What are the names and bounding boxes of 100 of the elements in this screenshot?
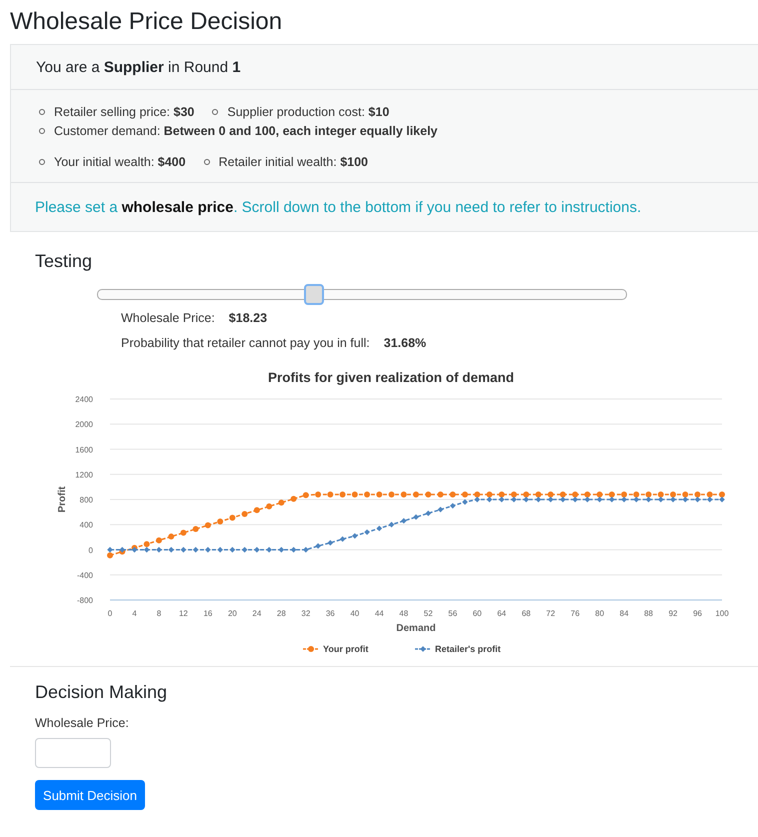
point	[438, 506, 444, 512]
point	[682, 491, 688, 498]
x-tick-label: 72	[546, 609, 556, 618]
role-text: You are a Supplier in Round 1	[36, 58, 241, 76]
point	[486, 491, 492, 498]
point	[474, 491, 480, 498]
point	[254, 507, 260, 514]
point	[474, 496, 480, 502]
point	[192, 526, 199, 532]
x-tick-label: 60	[472, 609, 482, 618]
y-tick-label: -800	[76, 596, 93, 605]
point	[242, 546, 248, 553]
point	[719, 496, 725, 502]
readout-label: Probability that retailer cannot pay you in full:	[121, 336, 370, 350]
point	[107, 552, 113, 558]
point	[352, 533, 358, 539]
point	[584, 491, 590, 498]
point	[204, 522, 211, 528]
point	[511, 496, 517, 502]
x-tick-label: 92	[668, 609, 678, 618]
info-text: Retailer selling price: $30	[54, 104, 194, 118]
point	[156, 537, 162, 544]
point	[548, 491, 554, 498]
point	[425, 510, 432, 516]
page-title: Wholesale Price Decision	[9, 7, 284, 37]
info-text: Retailer initial wealth: $100	[218, 154, 368, 168]
point	[364, 529, 370, 535]
point	[254, 546, 260, 553]
x-tick-label: 84	[620, 609, 629, 618]
point	[658, 491, 664, 498]
point	[327, 491, 334, 498]
chart-title: Profits for given realization of demand	[268, 370, 514, 385]
price-slider[interactable]	[97, 284, 627, 305]
point	[340, 536, 346, 542]
point	[303, 546, 309, 553]
readout-label: Wholesale Price:	[121, 311, 215, 325]
y-tick-label: 0	[88, 546, 93, 555]
point	[670, 496, 676, 502]
x-tick-label: 20	[228, 609, 237, 618]
x-tick-label: 0	[108, 609, 112, 618]
point	[290, 496, 297, 502]
point	[621, 491, 628, 498]
x-tick-label: 48	[399, 609, 408, 618]
x-tick-label: 88	[644, 609, 654, 618]
point	[548, 496, 554, 502]
bullet-icon	[212, 108, 218, 114]
point	[315, 543, 321, 549]
x-tick-label: 36	[326, 609, 335, 618]
point	[388, 522, 394, 528]
point	[278, 500, 284, 506]
point	[536, 496, 542, 502]
point	[425, 491, 432, 498]
x-tick-label: 80	[595, 609, 604, 618]
x-tick-label: 40	[350, 609, 360, 618]
submit-button[interactable]: Submit Decision	[35, 780, 145, 810]
point	[302, 492, 309, 498]
readout-value: $18.23	[228, 311, 268, 325]
section-heading: Decision Making	[35, 681, 168, 703]
point	[498, 491, 505, 498]
x-tick-label: 56	[448, 609, 458, 618]
point	[646, 496, 652, 502]
point	[706, 491, 713, 498]
point	[670, 491, 676, 498]
info-text: Customer demand: Between 0 and 100, each integer equally likely	[54, 124, 438, 138]
y-tick-label: 2400	[75, 395, 93, 404]
point	[229, 514, 236, 521]
point	[327, 540, 334, 546]
x-tick-label: 8	[156, 609, 162, 618]
y-tick-label: 800	[80, 496, 93, 504]
instruction-text: Please set a wholesale price. Scroll down to the bottom if you need to refer to instructions.	[35, 199, 642, 216]
point	[450, 502, 456, 509]
point	[572, 496, 578, 502]
y-tick-label: 2000	[75, 420, 93, 430]
point	[694, 491, 701, 498]
point	[180, 530, 186, 536]
point	[560, 491, 566, 498]
point	[352, 491, 358, 498]
x-tick-label: 16	[203, 609, 212, 618]
point	[180, 546, 186, 553]
point	[400, 518, 407, 524]
bullet-icon	[39, 108, 45, 114]
point	[596, 496, 602, 502]
point	[144, 541, 150, 548]
x-tick-label: 28	[276, 609, 286, 618]
bullet-icon	[204, 158, 210, 164]
x-tick-label: 12	[178, 609, 188, 618]
point	[413, 491, 419, 498]
point	[510, 491, 517, 498]
point	[535, 491, 542, 498]
point	[400, 491, 407, 498]
x-tick-label: 52	[424, 609, 433, 618]
slider-thumb[interactable]	[304, 284, 324, 305]
x-tick-label: 76	[570, 609, 580, 618]
point	[719, 491, 725, 498]
point	[450, 491, 456, 498]
price-input-field[interactable]	[35, 738, 111, 768]
y-tick-label: -400	[76, 570, 93, 580]
point	[168, 534, 174, 540]
point	[523, 491, 530, 498]
x-tick-label: 24	[252, 609, 262, 618]
